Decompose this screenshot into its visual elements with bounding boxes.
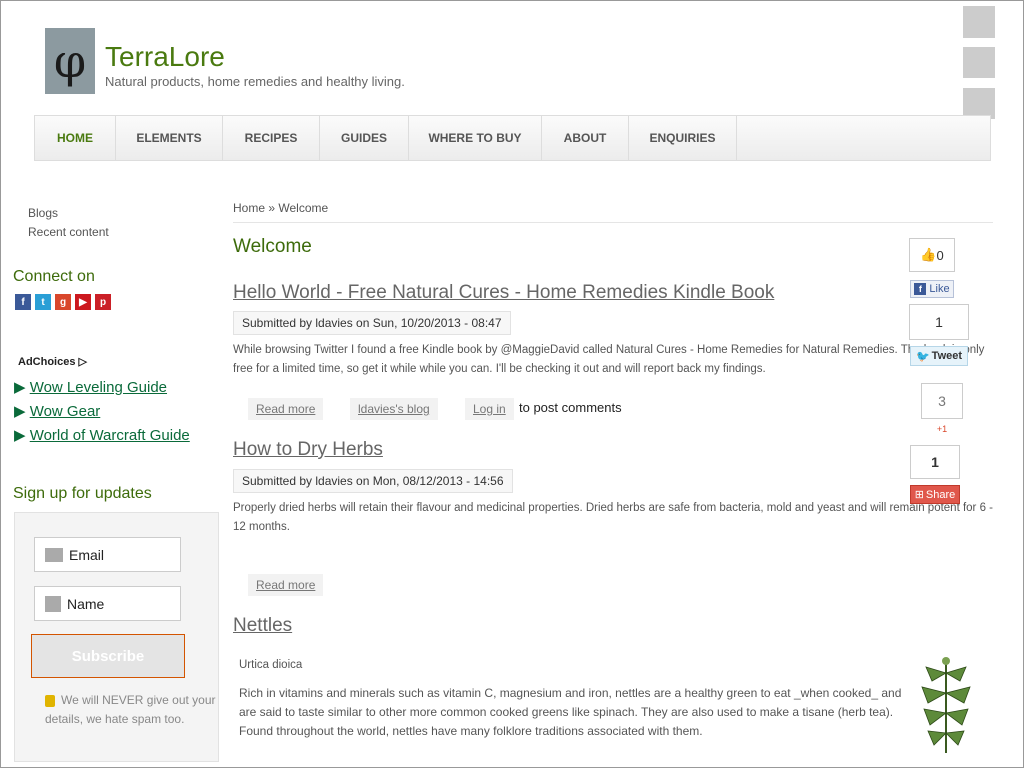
nav-about[interactable]: ABOUT [542,116,629,160]
breadcrumb-separator: » [268,201,276,215]
page-title: Welcome [233,236,312,257]
nav-enquiries[interactable]: ENQUIRIES [629,116,737,160]
post-title-1[interactable]: Hello World - Free Natural Cures - Home … [233,282,774,304]
breadcrumb-divider [233,222,993,223]
login-link[interactable]: Log in [465,398,514,420]
sidebar-link-recent-content[interactable]: Recent content [28,225,109,239]
envelope-icon [45,547,63,562]
connect-heading: Connect on [13,268,95,285]
lock-icon [45,694,55,707]
tweet-button[interactable]: 🐦 Tweet [910,346,968,366]
corner-block-2 [963,47,995,78]
breadcrumb-home[interactable]: Home [233,201,265,215]
facebook-icon: f [914,283,927,295]
tweet-count: 1 [909,304,969,340]
breadcrumb-current: Welcome [278,201,329,215]
post-title-2[interactable]: How to Dry Herbs [233,439,383,461]
ad-link-3[interactable]: ▶ World of Warcraft Guide [14,426,190,444]
gplus-label: +1 [936,424,948,434]
site-slogan: Natural products, home remedies and heal… [105,74,405,89]
blog-link[interactable]: ldavies's blog [350,398,438,420]
post-body-2: Properly dried herbs will retain their f… [233,502,993,533]
ad-link-1[interactable]: ▶ Wow Leveling Guide [14,378,167,396]
nav-elements[interactable]: ELEMENTS [116,116,223,160]
spam-note: We will NEVER give out your details, we … [45,691,225,729]
name-placeholder: Name [67,595,105,612]
gplus-count: 3 [921,383,963,419]
like-label: Like [929,283,950,295]
google-plus-icon[interactable]: g [55,294,71,310]
subscribe-button[interactable]: Subscribe [31,634,185,678]
post-comments-text: to post comments [519,400,622,415]
facebook-icon[interactable]: f [15,294,31,310]
adchoices-icon: ▷ [78,356,87,368]
post-body-1: While browsing Twitter I found a free Ki… [233,344,985,375]
read-more-link-2[interactable]: Read more [248,574,324,596]
post-submitted-2: Submitted by ldavies on Mon, 08/12/2013 … [233,469,513,493]
name-field[interactable]: Name [34,586,181,621]
adchoices-label[interactable]: AdChoices ▷ [18,355,87,368]
like-counter: 👍 0 [909,238,955,272]
ad-link-label: Wow Gear [29,403,101,420]
email-placeholder: Email [69,546,105,563]
breadcrumb: Home » Welcome [233,201,328,215]
signup-heading: Sign up for updates [13,485,152,502]
youtube-icon[interactable]: ▶ [75,294,91,310]
facebook-like-button[interactable]: f Like [910,280,954,298]
ad-link-2[interactable]: ▶ Wow Gear [14,402,100,420]
post-body-3: Rich in vitamins and minerals such as vi… [239,686,902,738]
post-subtitle-3: Urtica dioica [239,659,303,671]
adchoices-text: AdChoices [18,356,76,368]
gplus-button[interactable]: +1 [921,423,963,435]
post-title-3[interactable]: Nettles [233,615,292,637]
nav-home[interactable]: HOME [35,116,116,160]
twitter-icon[interactable]: t [35,294,51,310]
email-field[interactable]: Email [34,537,181,572]
site-name[interactable]: TerraLore [105,41,225,73]
ad-link-label: Wow Leveling Guide [29,379,168,396]
corner-block-1 [963,6,995,38]
read-more-link-1[interactable]: Read more [248,398,324,420]
pinterest-icon[interactable]: p [95,294,111,310]
like-count: 0 [936,247,944,263]
share-button[interactable]: ⊞ Share [910,485,960,504]
post-submitted-1: Submitted by ldavies on Sun, 10/20/2013 … [233,311,511,335]
share-count: 1 [910,445,960,479]
social-icons: f t g ▶ p [15,294,111,310]
sidebar-link-blogs[interactable]: Blogs [28,206,58,220]
main-nav: HOME ELEMENTS RECIPES GUIDES WHERE TO BU… [34,115,991,161]
nav-recipes[interactable]: RECIPES [223,116,320,160]
tweet-label: Tweet [931,350,963,362]
site-logo[interactable]: φ [45,28,95,94]
ad-link-label: World of Warcraft Guide [29,427,190,444]
share-label: Share [925,488,956,501]
spam-note-text: We will NEVER give out your details, we … [45,693,216,726]
nav-guides[interactable]: GUIDES [320,116,409,160]
twitter-icon: 🐦 [915,350,930,363]
nav-where-to-buy[interactable]: WHERE TO BUY [409,116,542,160]
thumbs-up-icon: 👍 [920,247,937,262]
plus-icon: ⊞ [914,489,924,501]
nettle-illustration [921,657,971,753]
user-icon [45,595,61,612]
